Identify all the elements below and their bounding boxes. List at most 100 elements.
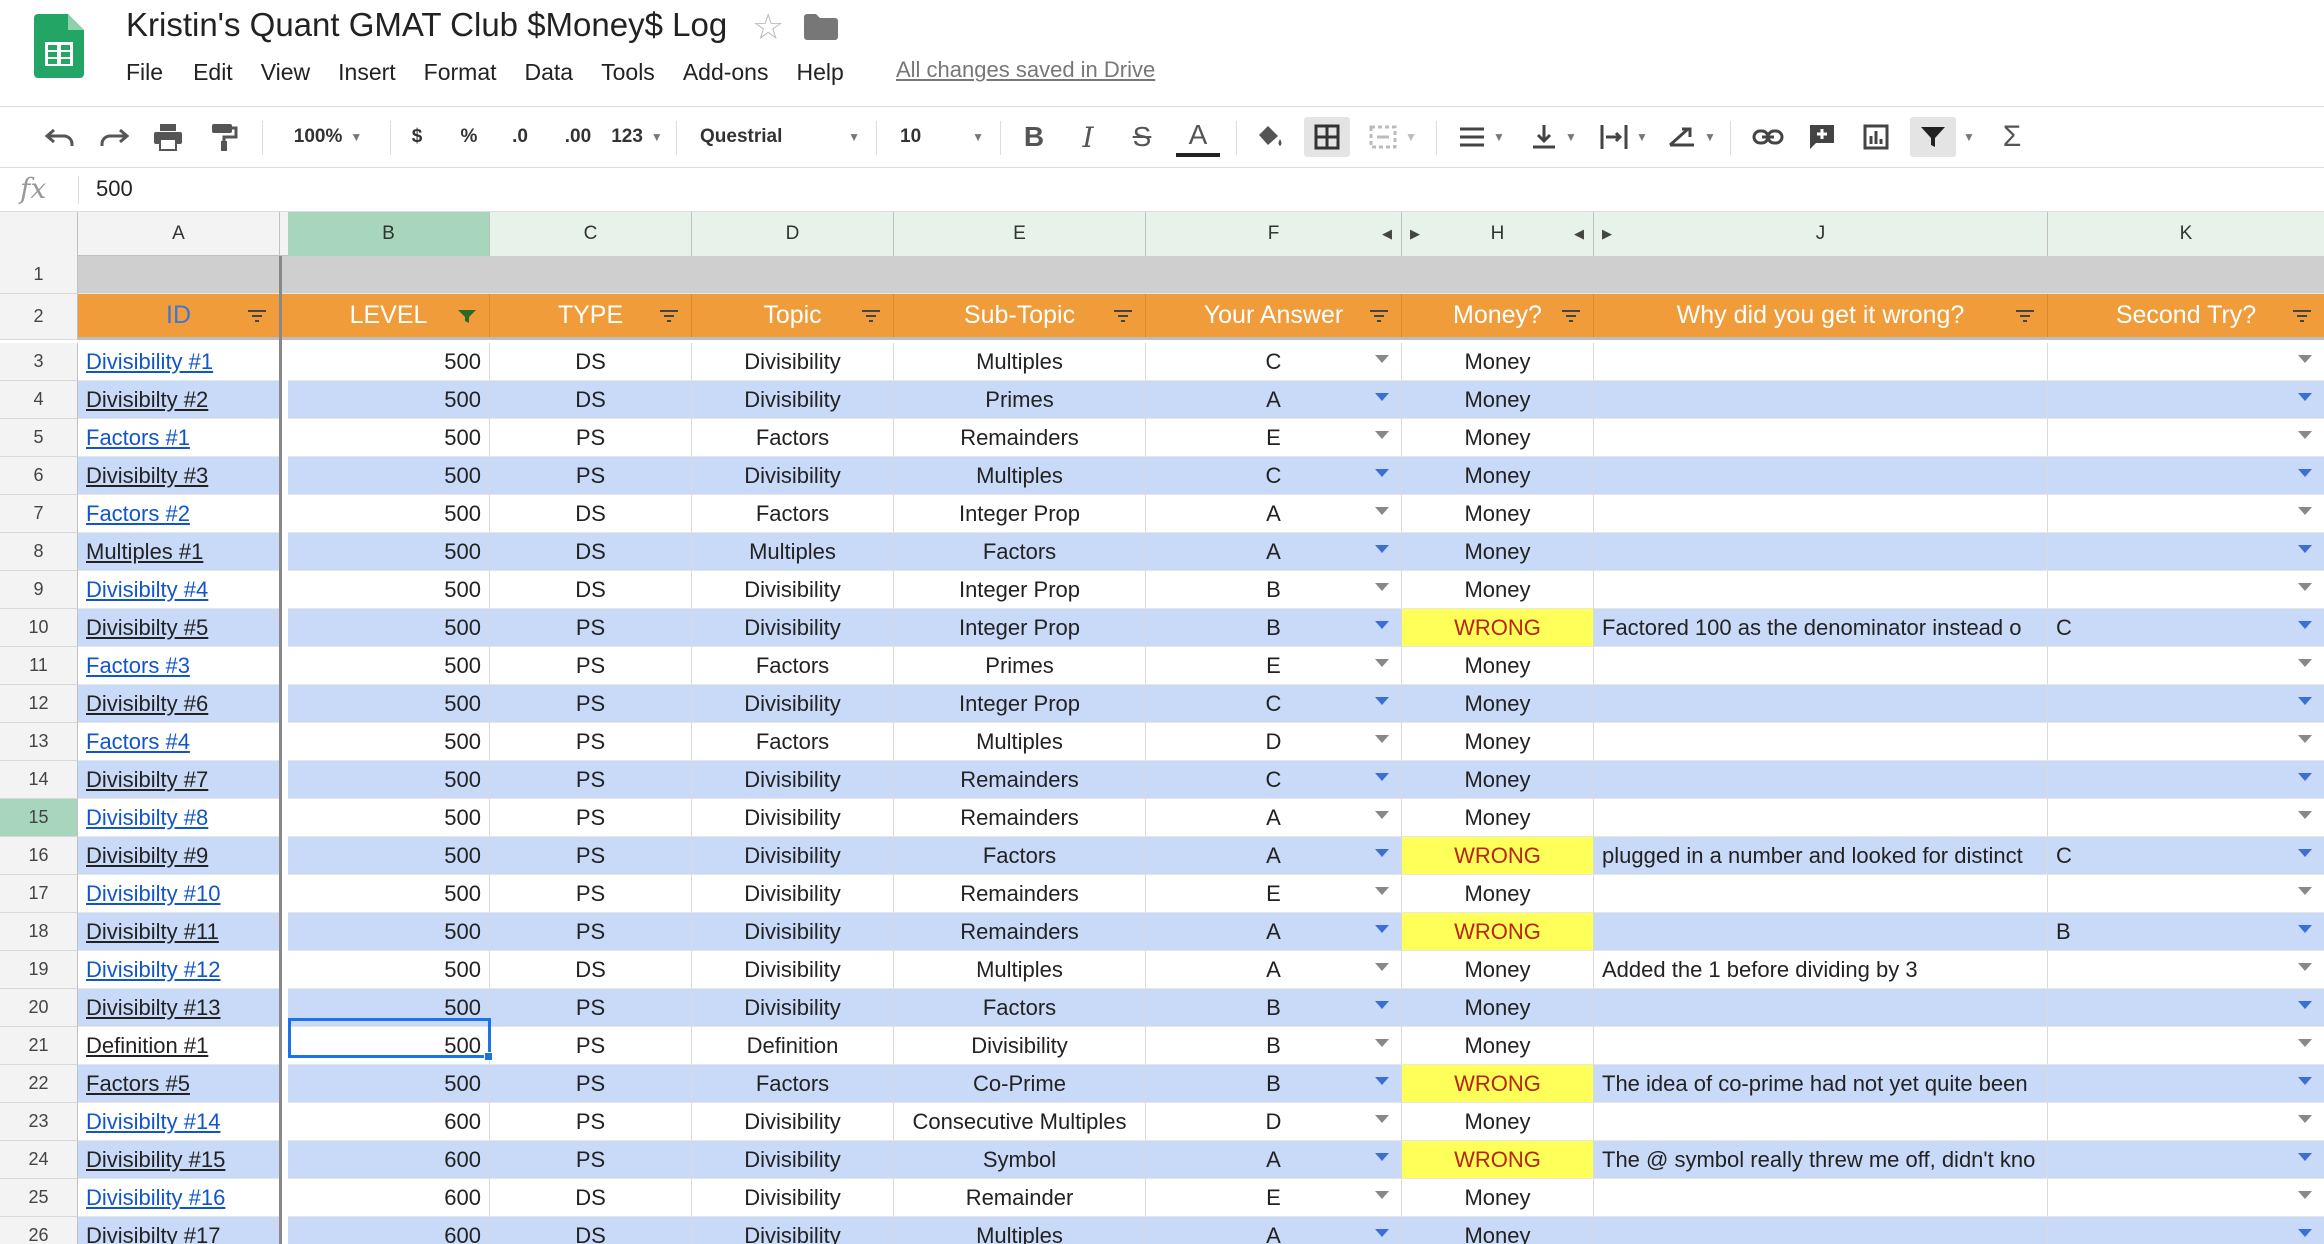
- cell-topic[interactable]: Factors: [692, 419, 894, 457]
- row-number[interactable]: 2: [0, 294, 78, 340]
- cell-why[interactable]: [1594, 1027, 2048, 1065]
- cell-id[interactable]: Divisibilty #6: [78, 685, 280, 723]
- cell-answer[interactable]: B: [1146, 609, 1402, 647]
- cell-money[interactable]: WRONG: [1402, 913, 1594, 951]
- cell-level[interactable]: 500: [288, 533, 490, 571]
- folder-icon[interactable]: [804, 14, 838, 40]
- cell-money[interactable]: Money: [1402, 647, 1594, 685]
- cell-answer[interactable]: B: [1146, 1027, 1402, 1065]
- cell-subtopic[interactable]: Multiples: [894, 723, 1146, 761]
- cell-level[interactable]: 500: [288, 419, 490, 457]
- cell-subtopic[interactable]: Integer Prop: [894, 685, 1146, 723]
- cell-id[interactable]: Multiples #1: [78, 533, 280, 571]
- filter-icon[interactable]: [2015, 309, 2035, 323]
- cell-money[interactable]: Money: [1402, 1103, 1594, 1141]
- header-id[interactable]: ID: [78, 294, 280, 337]
- cell-money[interactable]: Money: [1402, 989, 1594, 1027]
- paint-format-icon[interactable]: [204, 117, 244, 157]
- cell-id-text[interactable]: Divisibilty #4: [86, 577, 208, 603]
- cell-type[interactable]: PS: [490, 723, 692, 761]
- currency-format-button[interactable]: $: [400, 117, 434, 157]
- cell-subtopic[interactable]: Remainders: [894, 761, 1146, 799]
- cell-topic[interactable]: Divisibility: [692, 571, 894, 609]
- cell-type[interactable]: PS: [490, 837, 692, 875]
- save-status-link[interactable]: All changes saved in Drive: [896, 57, 1155, 83]
- cell-topic[interactable]: Divisibility: [692, 457, 894, 495]
- dropdown-arrow-icon[interactable]: [1375, 621, 1389, 629]
- filter-icon[interactable]: [861, 309, 881, 323]
- cell-type[interactable]: PS: [490, 1103, 692, 1141]
- row-number[interactable]: 16: [0, 837, 78, 875]
- percent-format-button[interactable]: %: [452, 117, 486, 157]
- cell-id-text[interactable]: Divisibilty #10: [86, 881, 221, 907]
- cell-money[interactable]: WRONG: [1402, 837, 1594, 875]
- row-number[interactable]: 10: [0, 609, 78, 647]
- cell-money[interactable]: Money: [1402, 951, 1594, 989]
- cell-second[interactable]: [2048, 1027, 2324, 1065]
- menu-edit[interactable]: Edit: [193, 59, 233, 86]
- cell-topic[interactable]: Divisibility: [692, 685, 894, 723]
- cell-answer[interactable]: B: [1146, 1065, 1402, 1103]
- cell-second[interactable]: [2048, 1103, 2324, 1141]
- row-number[interactable]: 21: [0, 1027, 78, 1065]
- cell-answer[interactable]: A: [1146, 1141, 1402, 1179]
- dropdown-arrow-icon[interactable]: [2298, 545, 2312, 553]
- dropdown-arrow-icon[interactable]: [2298, 963, 2312, 971]
- cell-topic[interactable]: Divisibility: [692, 609, 894, 647]
- cell-level[interactable]: 500: [288, 381, 490, 419]
- cell-type[interactable]: PS: [490, 799, 692, 837]
- cell-second[interactable]: [2048, 343, 2324, 381]
- filter-icon[interactable]: [2292, 309, 2312, 323]
- vertical-align-icon[interactable]: ▼: [1526, 117, 1582, 157]
- cell-topic[interactable]: Divisibility: [692, 875, 894, 913]
- cell-id[interactable]: Factors #5: [78, 1065, 280, 1103]
- cell-subtopic[interactable]: Factors: [894, 837, 1146, 875]
- header-topic[interactable]: Topic: [692, 294, 894, 337]
- cell-level[interactable]: 500: [288, 761, 490, 799]
- hidden-column-right-arrow-icon[interactable]: ▶: [1410, 226, 1420, 242]
- cell-money[interactable]: Money: [1402, 875, 1594, 913]
- cell-answer[interactable]: A: [1146, 799, 1402, 837]
- cell-type[interactable]: DS: [490, 495, 692, 533]
- cell-second[interactable]: [2048, 647, 2324, 685]
- cell-money[interactable]: Money: [1402, 723, 1594, 761]
- row-number[interactable]: 6: [0, 457, 78, 495]
- cell-answer[interactable]: C: [1146, 685, 1402, 723]
- cell-id[interactable]: Divisibility #16: [78, 1179, 280, 1217]
- borders-icon[interactable]: [1304, 117, 1350, 157]
- dropdown-arrow-icon[interactable]: [2298, 469, 2312, 477]
- cell-id-text[interactable]: Factors #2: [86, 501, 190, 527]
- filter-icon[interactable]: [1910, 117, 1956, 157]
- cell-id[interactable]: Factors #1: [78, 419, 280, 457]
- cell-money[interactable]: Money: [1402, 343, 1594, 381]
- cell-id[interactable]: Divisibilty #7: [78, 761, 280, 799]
- dropdown-arrow-icon[interactable]: [2298, 1115, 2312, 1123]
- cell-money[interactable]: Money: [1402, 457, 1594, 495]
- cell-second[interactable]: [2048, 1179, 2324, 1217]
- cell-why[interactable]: Factored 100 as the denominator instead …: [1594, 609, 2048, 647]
- zoom-select[interactable]: 100% ▼: [282, 117, 374, 157]
- text-wrapping-icon[interactable]: ▼: [1596, 117, 1652, 157]
- row-1-cell[interactable]: [78, 256, 2324, 294]
- sheets-logo-icon[interactable]: [34, 14, 84, 78]
- cell-id-text[interactable]: Factors #1: [86, 425, 190, 451]
- cell-id-text[interactable]: Factors #4: [86, 729, 190, 755]
- cell-id[interactable]: Divisibilty #3: [78, 457, 280, 495]
- cell-money[interactable]: Money: [1402, 495, 1594, 533]
- row-number[interactable]: 18: [0, 913, 78, 951]
- cell-id[interactable]: Divisibilty #8: [78, 799, 280, 837]
- cell-second[interactable]: B: [2048, 913, 2324, 951]
- row-number[interactable]: 24: [0, 1141, 78, 1179]
- menu-format[interactable]: Format: [424, 59, 497, 86]
- cell-id[interactable]: Divisibilty #12: [78, 951, 280, 989]
- row-number[interactable]: 3: [0, 343, 78, 381]
- dropdown-arrow-icon[interactable]: [2298, 1077, 2312, 1085]
- column-header-a[interactable]: A: [78, 212, 280, 256]
- dropdown-arrow-icon[interactable]: [1375, 925, 1389, 933]
- dropdown-arrow-icon[interactable]: [1375, 393, 1389, 401]
- dropdown-arrow-icon[interactable]: [1375, 355, 1389, 363]
- cell-type[interactable]: DS: [490, 381, 692, 419]
- cell-type[interactable]: DS: [490, 571, 692, 609]
- cell-topic[interactable]: Divisibility: [692, 381, 894, 419]
- cell-answer[interactable]: E: [1146, 647, 1402, 685]
